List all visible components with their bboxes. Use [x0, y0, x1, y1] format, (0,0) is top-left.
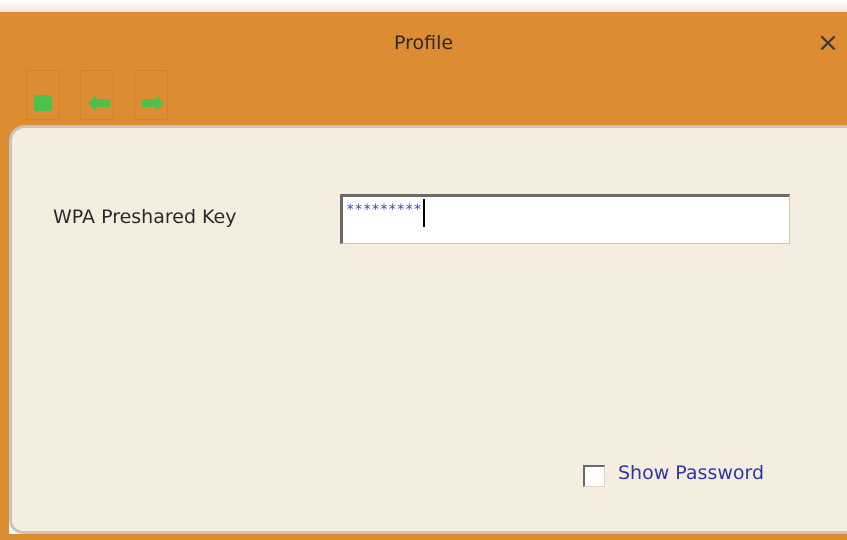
window-bottom-edge: [0, 534, 847, 540]
psk-input[interactable]: *********: [340, 194, 790, 244]
back-button[interactable]: [80, 70, 114, 120]
green-left-arrow-icon: [88, 95, 110, 111]
profile-window: Profile × WPA Preshared Key ********* Sh…: [0, 0, 847, 540]
text-caret: [422, 199, 425, 227]
show-password-checkbox[interactable]: [583, 465, 605, 487]
green-right-arrow-icon: [142, 95, 164, 111]
psk-value: *********: [346, 202, 422, 218]
top-edge: [0, 0, 847, 12]
stop-button[interactable]: [26, 70, 60, 120]
close-button[interactable]: ×: [813, 28, 843, 58]
forward-button[interactable]: [134, 70, 168, 120]
green-square-icon: [34, 95, 52, 111]
psk-label: WPA Preshared Key: [53, 206, 237, 228]
window-title: Profile: [393, 32, 454, 54]
window-left-edge: [0, 125, 9, 540]
show-password-label[interactable]: Show Password: [618, 462, 764, 484]
